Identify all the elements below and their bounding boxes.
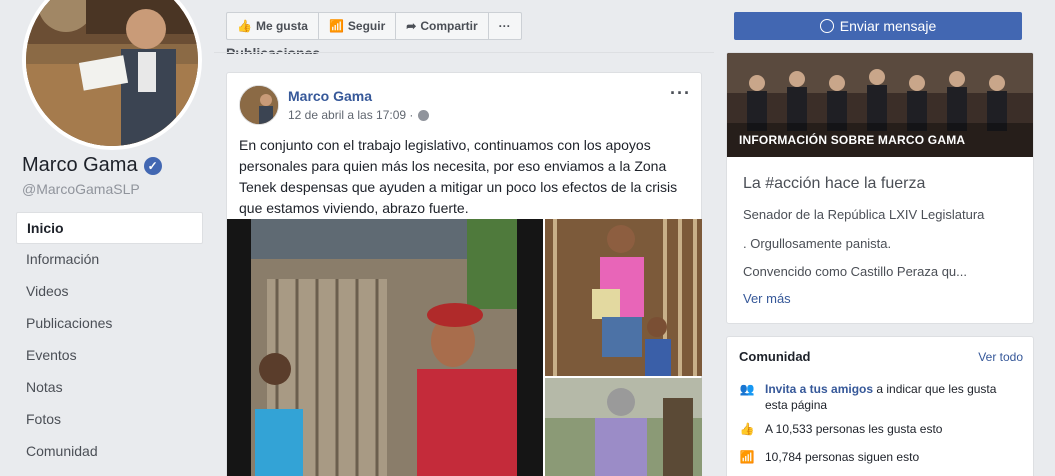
invite-friends-row: 👥 Invita a tus amigos a indicar que les …: [739, 381, 1019, 413]
post-photo-elder[interactable]: [545, 378, 702, 476]
share-label: Compartir: [420, 19, 478, 33]
photo-woman-child-icon: [545, 219, 702, 376]
post-time-text: 12 de abril a las 17:09 ·: [288, 108, 414, 122]
follows-count-text: 10,784 personas siguen esto: [765, 450, 920, 464]
page-nav: Inicio Información Videos Publicaciones …: [16, 212, 203, 468]
share-button[interactable]: ➦ Compartir: [396, 13, 489, 39]
photo-elder-woman-icon: [545, 378, 702, 476]
globe-icon: [418, 109, 430, 121]
more-label: ···: [498, 19, 511, 33]
rss-icon: 📶: [328, 19, 344, 33]
photo-man-with-hat-icon: [227, 219, 543, 476]
follows-count-row: 📶 10,784 personas siguen esto: [739, 449, 1019, 465]
post-author-name[interactable]: Marco Gama: [288, 88, 372, 104]
divider: [214, 52, 714, 53]
see-more-link[interactable]: Ver más: [743, 291, 791, 306]
add-friends-icon: 👥: [739, 382, 755, 396]
nav-item-inicio[interactable]: Inicio: [16, 212, 203, 244]
left-column: Marco Gama ✓ @MarcoGamaSLP Inicio Inform…: [0, 0, 213, 476]
community-card: Comunidad Ver todo 👥 Invita a tus amigos…: [726, 336, 1034, 476]
profile-picture[interactable]: [22, 0, 202, 150]
likes-count-text: A 10,533 personas les gusta esto: [765, 422, 943, 436]
nav-item-comunidad[interactable]: Comunidad: [16, 436, 203, 468]
post-card: Marco Gama 12 de abril a las 17:09 · ···…: [226, 72, 702, 476]
page-name-text: Marco Gama: [22, 154, 138, 176]
post-options-button[interactable]: ···: [670, 83, 691, 104]
page-action-bar: 👍 Me gusta 📶 Seguir ➦ Compartir ···: [226, 12, 522, 40]
rss-icon: 📶: [739, 450, 755, 464]
about-line-3: Convencido como Castillo Peraza qu...: [743, 264, 968, 279]
community-title: Comunidad: [739, 349, 811, 364]
about-line-2: . Orgullosamente panista.: [743, 236, 892, 251]
about-card: INFORMACIÓN SOBRE MARCO GAMA La #acción …: [726, 52, 1034, 324]
post-author-avatar[interactable]: [239, 85, 279, 125]
thumbs-up-icon: 👍: [739, 422, 755, 436]
nav-item-videos[interactable]: Videos: [16, 276, 203, 308]
invite-text: Invita a tus amigos a indicar que les gu…: [765, 381, 1019, 413]
post-timestamp[interactable]: 12 de abril a las 17:09 ·: [288, 108, 430, 122]
nav-item-notas[interactable]: Notas: [16, 372, 203, 404]
like-label: Me gusta: [255, 19, 308, 33]
avatar-photo-icon: [240, 86, 278, 124]
share-arrow-icon: ➦: [406, 19, 417, 33]
nav-item-eventos[interactable]: Eventos: [16, 340, 203, 372]
send-message-button[interactable]: Enviar mensaje: [734, 12, 1022, 40]
invite-friends-link[interactable]: Invita a tus amigos: [765, 382, 873, 396]
profile-photo-icon: [26, 0, 198, 146]
follow-label: Seguir: [347, 19, 386, 33]
about-banner-label: INFORMACIÓN SOBRE MARCO GAMA: [739, 133, 966, 147]
nav-item-fotos[interactable]: Fotos: [16, 404, 203, 436]
messenger-icon: [819, 19, 834, 33]
post-photo-main[interactable]: [227, 219, 543, 476]
nav-item-publicaciones[interactable]: Publicaciones: [16, 308, 203, 340]
likes-count-row: 👍 A 10,533 personas les gusta esto: [739, 421, 1019, 437]
page-title: Marco Gama ✓: [22, 154, 162, 177]
more-actions-button[interactable]: ···: [489, 13, 521, 39]
about-banner[interactable]: INFORMACIÓN SOBRE MARCO GAMA: [727, 53, 1033, 157]
follow-button[interactable]: 📶 Seguir: [319, 13, 397, 39]
post-photo-woman[interactable]: [545, 219, 702, 376]
verified-badge-icon: ✓: [143, 156, 162, 175]
about-headline: La #acción hace la fuerza: [743, 175, 926, 192]
nav-item-informacion[interactable]: Información: [16, 244, 203, 276]
send-message-label: Enviar mensaje: [839, 18, 937, 34]
post-text: En conjunto con el trabajo legislativo, …: [239, 137, 678, 216]
about-line-1: Senador de la República LXIV Legislatura: [743, 207, 985, 222]
page-handle[interactable]: @MarcoGamaSLP: [22, 181, 140, 197]
community-see-all-link[interactable]: Ver todo: [978, 350, 1023, 364]
like-button[interactable]: 👍 Me gusta: [227, 13, 319, 39]
thumbs-up-icon: 👍: [237, 19, 252, 33]
